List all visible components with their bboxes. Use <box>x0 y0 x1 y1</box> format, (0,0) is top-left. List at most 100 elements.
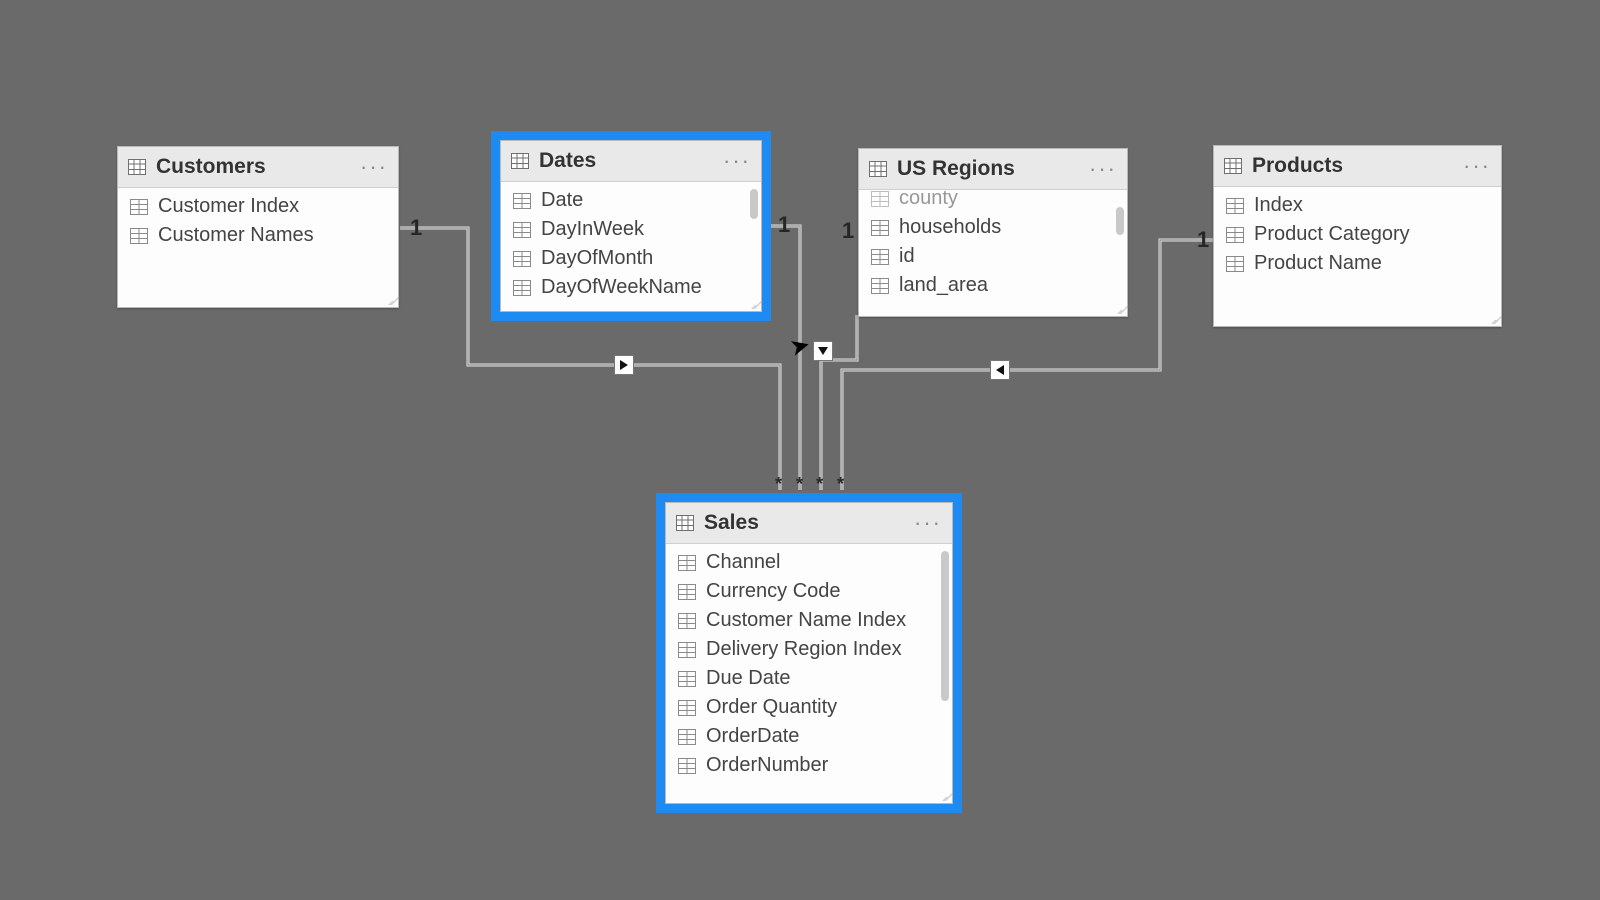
column-icon <box>130 199 148 215</box>
field-label: Channel <box>706 551 781 574</box>
field-label: DayInWeek <box>541 218 644 241</box>
field-item[interactable]: Product Category <box>1214 220 1501 249</box>
scrollbar-thumb[interactable] <box>941 551 949 701</box>
column-icon <box>678 671 696 687</box>
table-icon <box>1224 158 1242 174</box>
field-label: Currency Code <box>706 580 841 603</box>
field-item[interactable]: DayOfWeekName <box>501 273 761 302</box>
field-label: Delivery Region Index <box>706 638 902 661</box>
field-item[interactable]: OrderNumber <box>666 751 952 780</box>
cardinality-many: * <box>816 474 823 495</box>
table-icon <box>676 515 694 531</box>
column-icon <box>513 251 531 267</box>
column-icon <box>1226 198 1244 214</box>
table-title: Products <box>1252 154 1453 178</box>
scrollbar-thumb[interactable] <box>750 189 758 219</box>
field-label: Customer Index <box>158 195 299 218</box>
table-icon <box>128 159 146 175</box>
field-item[interactable]: DayInWeek <box>501 215 761 244</box>
field-item[interactable]: Delivery Region Index <box>666 635 952 664</box>
column-icon <box>871 249 889 265</box>
table-menu-button[interactable]: ··· <box>360 162 388 172</box>
column-icon <box>678 584 696 600</box>
field-label: Index <box>1254 194 1303 217</box>
table-usregions[interactable]: US Regions ··· county households id land… <box>858 148 1128 317</box>
filter-direction-icon[interactable] <box>813 341 833 361</box>
resize-grip-icon[interactable] <box>748 298 760 310</box>
column-icon <box>678 758 696 774</box>
column-icon <box>678 613 696 629</box>
resize-grip-icon[interactable] <box>939 790 951 802</box>
cardinality-many: * <box>775 474 782 495</box>
column-icon <box>871 278 889 294</box>
column-icon <box>678 729 696 745</box>
field-item[interactable]: Product Name <box>1214 249 1501 278</box>
table-title: Customers <box>156 155 350 179</box>
column-icon <box>513 222 531 238</box>
column-icon <box>1226 227 1244 243</box>
field-label: DayOfMonth <box>541 247 653 270</box>
column-icon <box>130 228 148 244</box>
table-customers[interactable]: Customers ··· Customer Index Customer Na… <box>117 146 399 308</box>
table-menu-button[interactable]: ··· <box>723 156 751 166</box>
cardinality-one: 1 <box>1197 227 1209 253</box>
table-sales[interactable]: Sales ··· Channel Currency Code Customer… <box>665 502 953 804</box>
table-title: Dates <box>539 149 713 173</box>
field-item[interactable]: Currency Code <box>666 577 952 606</box>
cardinality-one: 1 <box>410 215 422 241</box>
field-label: Customer Names <box>158 224 314 247</box>
field-item[interactable]: Customer Names <box>118 221 398 250</box>
field-item[interactable]: Due Date <box>666 664 952 693</box>
column-icon <box>871 191 889 207</box>
table-menu-button[interactable]: ··· <box>1463 161 1491 171</box>
column-icon <box>513 193 531 209</box>
cardinality-one: 1 <box>778 212 790 238</box>
field-item[interactable]: Customer Index <box>118 192 398 221</box>
table-title: Sales <box>704 511 904 535</box>
field-item[interactable]: DayOfMonth <box>501 244 761 273</box>
table-icon <box>869 161 887 177</box>
column-icon <box>678 555 696 571</box>
field-label: id <box>899 245 915 268</box>
field-item[interactable]: land_area <box>859 271 1127 300</box>
field-label: land_area <box>899 274 988 297</box>
field-item[interactable]: households <box>859 213 1127 242</box>
mouse-cursor-icon: ➤ <box>787 330 814 363</box>
resize-grip-icon[interactable] <box>385 294 397 306</box>
model-canvas[interactable]: 1 1 1 1 * * * * Customers ··· Customer I… <box>0 0 1600 900</box>
table-dates[interactable]: Dates ··· Date DayInWeek DayOfMonth DayO… <box>500 140 762 312</box>
field-label: Due Date <box>706 667 791 690</box>
field-label: Customer Name Index <box>706 609 906 632</box>
field-item[interactable]: OrderDate <box>666 722 952 751</box>
field-item[interactable]: id <box>859 242 1127 271</box>
field-item[interactable]: Channel <box>666 548 952 577</box>
resize-grip-icon[interactable] <box>1114 303 1126 315</box>
field-item[interactable]: Order Quantity <box>666 693 952 722</box>
field-label: DayOfWeekName <box>541 276 702 299</box>
table-menu-button[interactable]: ··· <box>1089 164 1117 174</box>
field-item[interactable]: Date <box>501 186 761 215</box>
column-icon <box>871 220 889 236</box>
field-item[interactable]: county <box>859 184 1127 213</box>
column-icon <box>678 700 696 716</box>
field-label: OrderNumber <box>706 754 828 777</box>
filter-direction-icon[interactable] <box>614 355 634 375</box>
field-label: Order Quantity <box>706 696 837 719</box>
field-item[interactable]: Index <box>1214 191 1501 220</box>
column-icon <box>1226 256 1244 272</box>
scrollbar-thumb[interactable] <box>1116 207 1124 235</box>
table-title: US Regions <box>897 157 1079 181</box>
table-products[interactable]: Products ··· Index Product Category Prod… <box>1213 145 1502 327</box>
column-icon <box>678 642 696 658</box>
field-label: Date <box>541 189 583 212</box>
cardinality-one: 1 <box>842 218 854 244</box>
table-menu-button[interactable]: ··· <box>914 518 942 528</box>
field-label: households <box>899 216 1001 239</box>
filter-direction-icon[interactable] <box>990 360 1010 380</box>
field-label: OrderDate <box>706 725 799 748</box>
field-item[interactable]: Customer Name Index <box>666 606 952 635</box>
field-label: Product Category <box>1254 223 1410 246</box>
resize-grip-icon[interactable] <box>1488 313 1500 325</box>
field-label: Product Name <box>1254 252 1382 275</box>
cardinality-many: * <box>796 474 803 495</box>
